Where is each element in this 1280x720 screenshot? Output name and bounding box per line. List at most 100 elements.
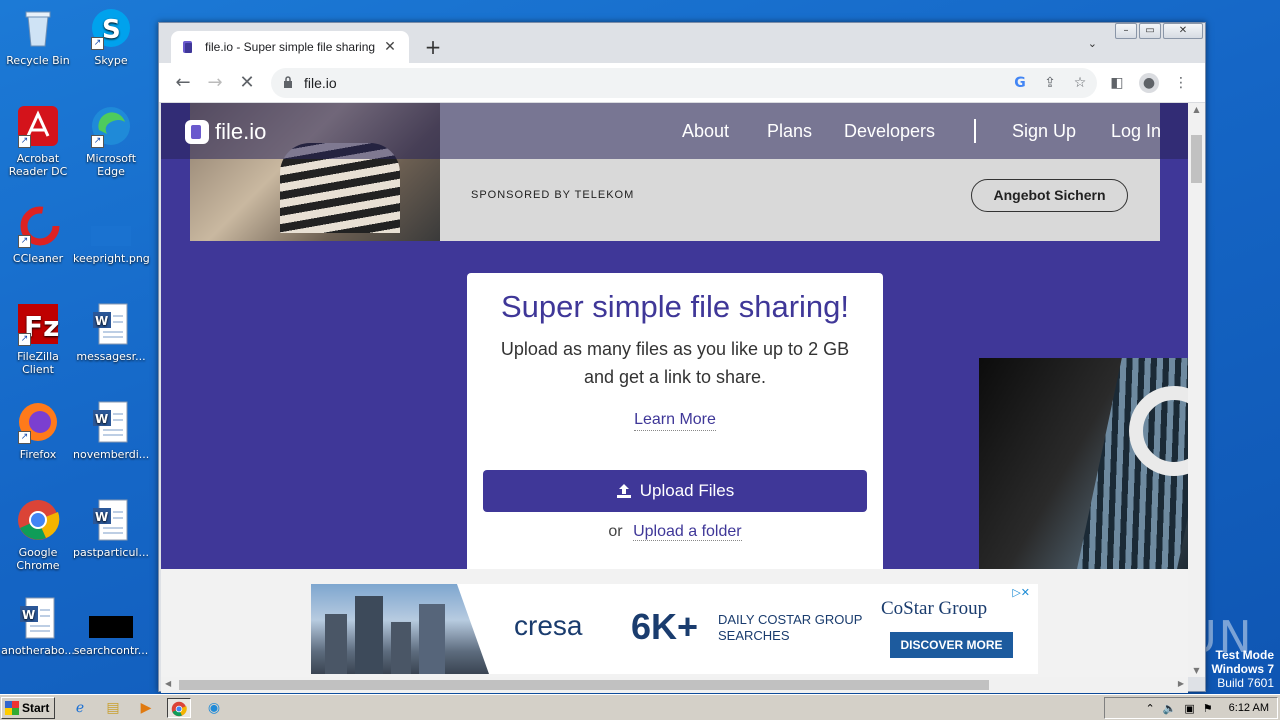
svg-text:W: W — [22, 608, 35, 622]
hero-title: Super simple file sharing! — [500, 289, 850, 324]
scroll-up-arrow-icon[interactable]: ▲ — [1188, 105, 1205, 114]
nav-plans[interactable]: Plans — [767, 121, 812, 142]
desktop-icon-label: FileZilla Client — [17, 350, 59, 376]
explorer-taskbar-icon[interactable]: ▤ — [101, 698, 125, 718]
edge-taskbar-icon[interactable]: ◉ — [202, 698, 226, 718]
or-text: or — [608, 523, 623, 540]
forward-arrow-icon[interactable]: → — [203, 71, 227, 95]
chrome-icon — [16, 498, 60, 542]
discover-more-button[interactable]: DISCOVER MORE — [890, 632, 1013, 658]
edge-icon: ↗ — [89, 104, 133, 148]
desktop-icon-label: Skype — [94, 54, 128, 67]
build-label: Build 7601 — [1217, 676, 1274, 690]
costar-logo: CoStar Group — [881, 598, 988, 619]
tray-expand-icon[interactable]: ⌃ — [1145, 702, 1154, 715]
tab-search-chevron-icon[interactable]: ⌄ — [1088, 37, 1097, 50]
desktop-icon-label: Firefox — [19, 448, 57, 461]
ccleaner-icon: ↗ — [16, 204, 60, 248]
shortcut-arrow-icon: ↗ — [91, 135, 104, 148]
nav-log-in[interactable]: Log In — [1111, 121, 1161, 142]
tab-fileio[interactable]: file.io - Super simple file sharing ✕ — [171, 31, 409, 63]
maximize-button[interactable]: ▭ — [1139, 23, 1161, 39]
desktop-icon-acrobat[interactable]: ↗ Acrobat Reader DC — [0, 104, 76, 178]
kebab-menu-icon[interactable]: ⋮ — [1171, 73, 1191, 93]
desktop-icon-filezilla[interactable]: Fz ↗ FileZilla Client — [0, 302, 76, 376]
close-window-button[interactable]: ✕ — [1163, 23, 1203, 39]
horizontal-scroll-thumb[interactable] — [179, 680, 989, 690]
media-player-taskbar-icon[interactable]: ▶ — [134, 698, 158, 718]
desktop-icon-keepright[interactable]: keepright.png — [73, 204, 150, 265]
start-label: Start — [22, 701, 50, 715]
scroll-right-arrow-icon[interactable]: ▶ — [1178, 679, 1184, 688]
desktop-icon-skype[interactable]: S ↗ Skype — [73, 6, 149, 67]
black-file-icon — [89, 596, 133, 640]
desktop-icon-firefox[interactable]: ↗ Firefox — [0, 400, 76, 461]
word-doc-icon: W — [16, 596, 60, 640]
shortcut-arrow-icon: ↗ — [18, 431, 31, 444]
window-controls: – ▭ ✕ — [1115, 23, 1203, 39]
share-icon[interactable]: ⇪ — [1041, 74, 1059, 92]
desktop-icon-label: CCleaner — [12, 252, 64, 265]
nav-developers[interactable]: Developers — [844, 121, 935, 142]
bookmark-star-icon[interactable]: ☆ — [1071, 74, 1089, 92]
nav-sign-up[interactable]: Sign Up — [1012, 121, 1076, 142]
desktop-icon-label: pastparticul... — [73, 546, 149, 559]
ie-taskbar-icon[interactable]: ℯ — [68, 698, 92, 718]
back-arrow-icon[interactable]: ← — [171, 71, 195, 95]
city-skyline-image-child — [325, 614, 347, 674]
upload-icon — [616, 484, 631, 498]
city-skyline-image-child-4 — [419, 604, 445, 674]
profile-avatar-icon[interactable]: ● — [1139, 73, 1159, 93]
nav-about[interactable]: About — [682, 121, 729, 142]
desktop-icon-anotherabo[interactable]: W anotherabo... — [0, 596, 76, 657]
scroll-down-arrow-icon[interactable]: ▼ — [1188, 666, 1205, 675]
cresa-ad-banner[interactable]: cresa 6K+ DAILY COSTAR GROUP SEARCHES Co… — [311, 584, 1038, 674]
desktop-icon-label: Microsoft Edge — [85, 152, 137, 178]
ad-choices-icon[interactable]: ▷✕ — [1012, 586, 1030, 599]
network-icon[interactable]: ▣ — [1184, 702, 1194, 715]
city-skyline-image-child-2 — [355, 596, 383, 674]
test-mode-label: Test Mode — [1215, 648, 1274, 662]
city-skyline-image — [311, 584, 489, 674]
desktop-icon-label: messagesr... — [76, 350, 146, 363]
test-mode-notice: Test Mode Windows 7 Build 7601 — [1211, 648, 1274, 690]
upload-folder-link[interactable]: Upload a folder — [633, 523, 742, 541]
desktop-icon-november[interactable]: W novemberdi... — [73, 400, 149, 461]
desktop-icon-searchcontr[interactable]: searchcontr... — [73, 596, 149, 657]
stop-loading-icon[interactable]: ✕ — [235, 71, 259, 95]
start-button[interactable]: Start — [1, 697, 55, 719]
scroll-left-arrow-icon[interactable]: ◀ — [165, 679, 171, 688]
banner-headline: 6K+ — [631, 606, 699, 647]
vertical-scroll-thumb[interactable] — [1191, 135, 1202, 183]
tab-strip: file.io - Super simple file sharing ✕ + … — [159, 23, 1205, 63]
desktop-icon-edge[interactable]: ↗ Microsoft Edge — [73, 104, 149, 178]
minimize-button[interactable]: – — [1115, 23, 1137, 39]
desktop-icon-pastparticul[interactable]: W pastparticul... — [73, 498, 149, 559]
tab-close-icon[interactable]: ✕ — [381, 39, 399, 55]
action-center-flag-icon[interactable]: ⚑ — [1203, 702, 1213, 715]
desktop-icon-recycle-bin[interactable]: Recycle Bin — [0, 6, 76, 67]
cresa-logo: cresa — [514, 610, 583, 641]
address-bar[interactable]: file.io G ⇪ ☆ — [271, 68, 1097, 98]
hero-subtitle-line1: Upload as many files as you like up to 2… — [500, 339, 850, 359]
fileio-logo[interactable]: file.io — [185, 119, 266, 145]
desktop-icon-ccleaner[interactable]: ↗ CCleaner — [0, 204, 76, 265]
google-translate-icon[interactable]: G — [1011, 74, 1029, 92]
upload-files-button[interactable]: Upload Files — [483, 470, 867, 512]
desktop-icon-chrome[interactable]: Google Chrome — [0, 498, 76, 572]
acrobat-icon: ↗ — [16, 104, 60, 148]
vertical-scrollbar[interactable]: ▲ ▼ — [1188, 103, 1205, 677]
word-doc-icon: W — [89, 498, 133, 542]
ad-cta-button[interactable]: Angebot Sichern — [971, 179, 1128, 212]
ad-sponsor-text: SPONSORED BY TELEKOM — [471, 189, 635, 201]
new-tab-button[interactable]: + — [421, 35, 445, 59]
learn-more-link[interactable]: Learn More — [634, 411, 716, 431]
side-ad-image[interactable] — [979, 358, 1188, 573]
volume-icon[interactable]: 🔈 — [1163, 702, 1177, 715]
image-file-icon — [89, 204, 133, 248]
side-panel-icon[interactable]: ◧ — [1107, 73, 1127, 93]
desktop-icon-messages[interactable]: W messagesr... — [73, 302, 149, 363]
chrome-taskbar-icon[interactable] — [167, 698, 191, 718]
horizontal-scrollbar[interactable]: ◀ ▶ — [161, 677, 1188, 693]
clock[interactable]: 6:12 AM — [1229, 702, 1269, 714]
